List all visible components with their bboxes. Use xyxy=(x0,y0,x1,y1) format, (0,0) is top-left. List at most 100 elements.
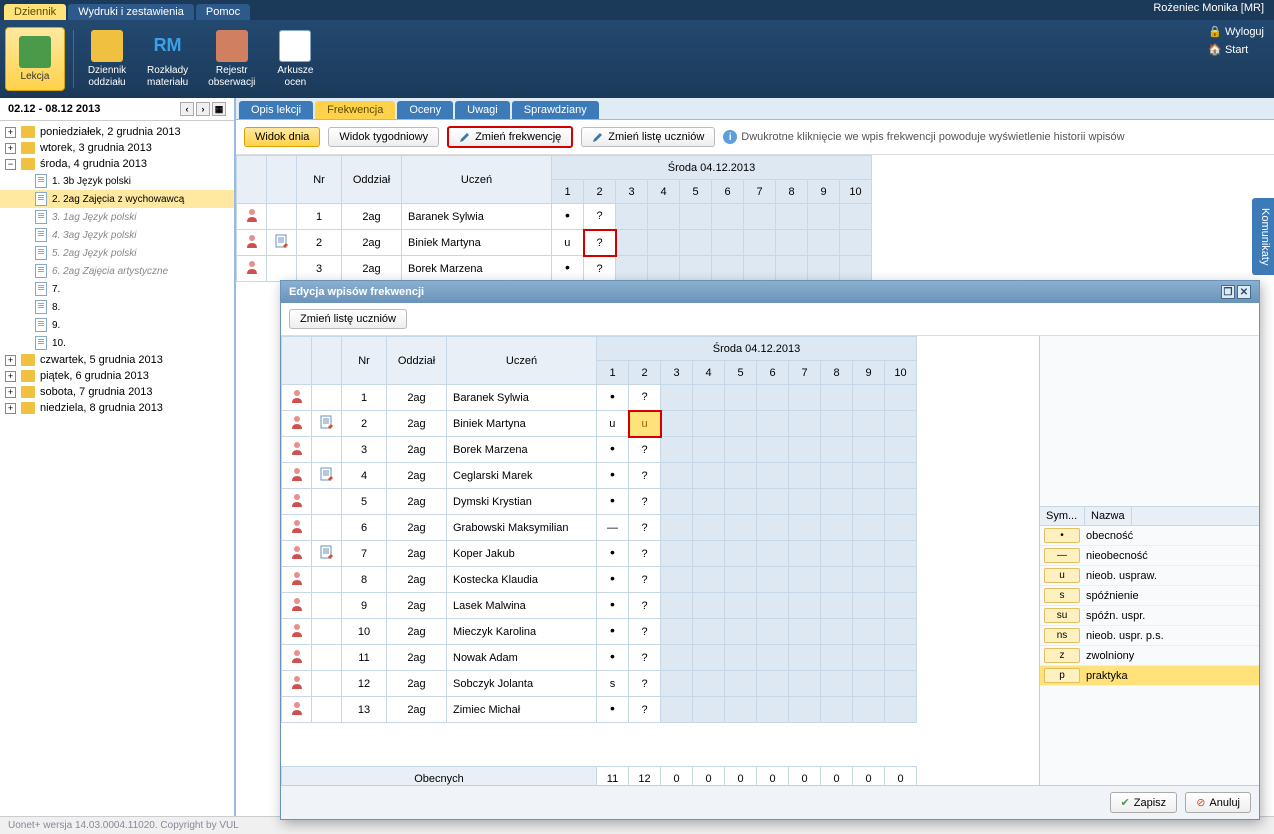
top-tab-dziennik[interactable]: Dziennik xyxy=(4,4,66,20)
modal-zmien-liste-button[interactable]: Zmień listę uczniów xyxy=(289,309,407,329)
attendance-cell[interactable]: u xyxy=(552,230,584,256)
attendance-cell[interactable] xyxy=(757,671,789,697)
widok-tygodniowy-button[interactable]: Widok tygodniowy xyxy=(328,127,439,147)
expander-icon[interactable]: + xyxy=(5,403,16,414)
attendance-cell[interactable] xyxy=(821,697,853,723)
tree-lesson[interactable]: 9. xyxy=(0,316,234,334)
tree-day[interactable]: − środa, 4 grudnia 2013 xyxy=(0,156,234,172)
attendance-cell[interactable] xyxy=(661,411,693,437)
start-link[interactable]: 🏠 Start xyxy=(1208,43,1264,56)
attendance-cell[interactable] xyxy=(821,645,853,671)
attendance-cell[interactable] xyxy=(853,567,885,593)
attendance-cell[interactable] xyxy=(661,541,693,567)
legend-item[interactable]: nsnieob. uspr. p.s. xyxy=(1040,626,1259,646)
attendance-cell[interactable] xyxy=(789,671,821,697)
attendance-cell[interactable]: • xyxy=(597,697,629,723)
ribbon-dziennik-oddzialu[interactable]: Dziennik oddziału xyxy=(77,25,137,93)
attendance-cell[interactable] xyxy=(693,463,725,489)
attendance-cell[interactable] xyxy=(680,230,712,256)
modal-close-button[interactable]: ✕ xyxy=(1237,285,1251,299)
attendance-cell[interactable] xyxy=(725,385,757,411)
attendance-cell[interactable]: • xyxy=(597,645,629,671)
zmien-liste-button[interactable]: Zmień listę uczniów xyxy=(581,127,715,147)
attendance-cell[interactable] xyxy=(757,593,789,619)
tree-day[interactable]: + poniedziałek, 2 grudnia 2013 xyxy=(0,124,234,140)
attendance-cell[interactable] xyxy=(789,515,821,541)
attendance-cell[interactable] xyxy=(693,619,725,645)
attendance-cell[interactable] xyxy=(776,230,808,256)
attendance-cell[interactable] xyxy=(680,256,712,282)
attendance-cell[interactable] xyxy=(661,437,693,463)
attendance-cell[interactable] xyxy=(757,619,789,645)
attendance-cell[interactable]: ? xyxy=(629,489,661,515)
attendance-cell[interactable]: ? xyxy=(629,671,661,697)
save-button[interactable]: ✔ Zapisz xyxy=(1110,792,1178,813)
attendance-cell[interactable]: s xyxy=(597,671,629,697)
attendance-cell[interactable] xyxy=(776,256,808,282)
attendance-cell[interactable] xyxy=(885,463,917,489)
tab-oceny[interactable]: Oceny xyxy=(397,101,453,119)
attendance-cell[interactable]: ? xyxy=(629,619,661,645)
attendance-cell[interactable] xyxy=(789,489,821,515)
attendance-cell[interactable] xyxy=(725,671,757,697)
attendance-cell[interactable] xyxy=(885,515,917,541)
expander-icon[interactable]: + xyxy=(5,127,16,138)
attendance-cell[interactable] xyxy=(885,593,917,619)
attendance-cell[interactable] xyxy=(885,671,917,697)
attendance-cell[interactable]: • xyxy=(597,567,629,593)
attendance-cell[interactable] xyxy=(853,411,885,437)
attendance-cell[interactable] xyxy=(821,489,853,515)
attendance-cell[interactable] xyxy=(661,593,693,619)
attendance-cell[interactable]: • xyxy=(597,619,629,645)
ribbon-rozklady[interactable]: RM Rozkłady materiału xyxy=(137,25,198,93)
tab-sprawdziany[interactable]: Sprawdziany xyxy=(512,101,599,119)
date-prev-button[interactable]: ‹ xyxy=(180,102,194,116)
attendance-cell[interactable] xyxy=(821,671,853,697)
attendance-cell[interactable]: ? xyxy=(629,515,661,541)
attendance-cell[interactable] xyxy=(757,541,789,567)
attendance-cell[interactable] xyxy=(725,697,757,723)
attendance-cell[interactable] xyxy=(757,515,789,541)
attendance-cell[interactable] xyxy=(821,593,853,619)
expander-icon[interactable]: + xyxy=(5,371,16,382)
attendance-cell[interactable] xyxy=(648,230,680,256)
attendance-cell[interactable] xyxy=(885,645,917,671)
attendance-cell[interactable] xyxy=(853,671,885,697)
attendance-cell[interactable]: • xyxy=(552,256,584,282)
attendance-cell[interactable] xyxy=(725,645,757,671)
tree-day[interactable]: + czwartek, 5 grudnia 2013 xyxy=(0,352,234,368)
attendance-cell[interactable] xyxy=(853,645,885,671)
attendance-cell[interactable] xyxy=(712,204,744,230)
date-calendar-button[interactable]: ▦ xyxy=(212,102,226,116)
attendance-cell[interactable] xyxy=(840,230,872,256)
attendance-cell[interactable]: ? xyxy=(629,385,661,411)
expander-icon[interactable]: + xyxy=(5,387,16,398)
attendance-cell[interactable] xyxy=(616,204,648,230)
attendance-cell[interactable] xyxy=(853,541,885,567)
attendance-cell[interactable] xyxy=(789,593,821,619)
attendance-cell[interactable]: u xyxy=(597,411,629,437)
tree-day[interactable]: + piątek, 6 grudnia 2013 xyxy=(0,368,234,384)
attendance-cell[interactable] xyxy=(789,385,821,411)
tree-lesson[interactable]: 3. 1ag Język polski xyxy=(0,208,234,226)
tab-uwagi[interactable]: Uwagi xyxy=(455,101,510,119)
attendance-cell[interactable] xyxy=(661,697,693,723)
zmien-frekwencje-button[interactable]: Zmień frekwencję xyxy=(447,126,573,148)
attendance-cell[interactable]: ? xyxy=(629,437,661,463)
attendance-cell[interactable] xyxy=(885,489,917,515)
attendance-cell[interactable] xyxy=(661,489,693,515)
attendance-cell[interactable] xyxy=(808,204,840,230)
attendance-cell[interactable] xyxy=(757,489,789,515)
ribbon-rejestr[interactable]: Rejestr obserwacji xyxy=(198,25,265,93)
attendance-cell[interactable]: ? xyxy=(629,567,661,593)
top-tab-wydruki[interactable]: Wydruki i zestawienia xyxy=(68,4,194,20)
tree-day[interactable]: + sobota, 7 grudnia 2013 xyxy=(0,384,234,400)
attendance-cell[interactable] xyxy=(853,437,885,463)
attendance-cell[interactable] xyxy=(757,385,789,411)
attendance-cell[interactable] xyxy=(648,256,680,282)
tree-lesson[interactable]: 2. 2ag Zajęcia z wychowawcą xyxy=(0,190,234,208)
attendance-cell[interactable] xyxy=(725,593,757,619)
attendance-cell[interactable] xyxy=(693,567,725,593)
modal-restore-button[interactable]: ❐ xyxy=(1221,285,1235,299)
legend-item[interactable]: unieob. uspraw. xyxy=(1040,566,1259,586)
